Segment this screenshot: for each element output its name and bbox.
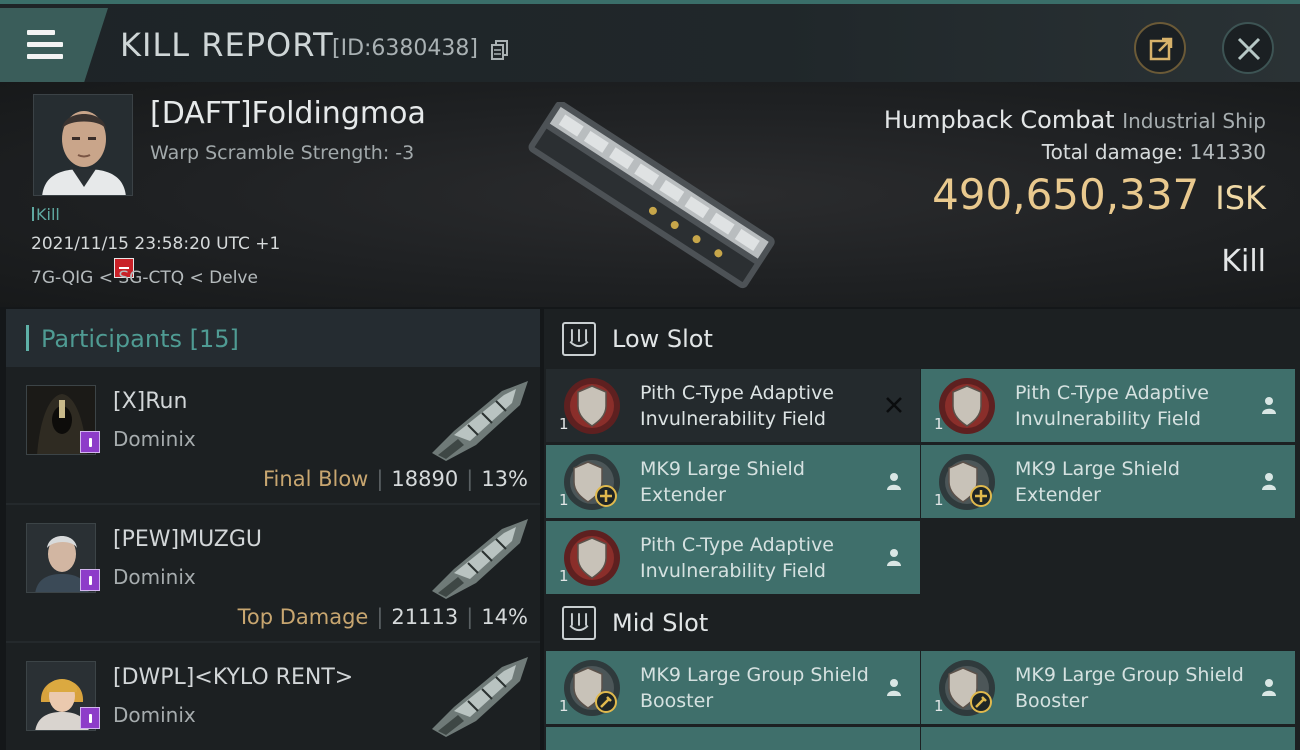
item-name: MK9 Large Group Shield Booster [1015,664,1244,712]
participant-row[interactable]: [PEW]MUZGU Dominix Top Damage | 21113 | 14% [6,505,540,643]
isk-unit: ISK [1215,179,1266,217]
participant-damage: 18890 [391,467,459,491]
shield-extender-icon [564,454,620,510]
low-slot-icon [562,322,596,356]
share-button[interactable] [1134,22,1186,74]
fitted-item[interactable]: 1 MK9 Large Group Shield Booster [546,651,920,724]
person-icon [887,679,901,696]
item-name: Pith C-Type Adaptive Invulnerability Fie… [640,382,834,430]
character-badge-icon [80,569,100,591]
item-name: MK9 Large Shield Extender [640,458,805,506]
participant-name[interactable]: [X]Run [113,389,187,414]
fitted-item[interactable]: 1 Pith C-Type Adaptive Invulnerability F… [546,521,920,594]
total-damage: Total damage: 141330 [1042,140,1266,164]
isk-amount: 490,650,337 [932,170,1200,219]
person-icon [887,549,901,566]
invulnerability-field-icon [564,530,620,586]
share-icon [1149,37,1173,61]
hamburger-menu-icon [27,30,63,60]
participant-percent: 13% [481,467,528,491]
total-damage-label: Total damage: [1041,140,1184,164]
fitted-item[interactable]: 1 MK9 Large Shield Extender [921,445,1295,518]
shield-booster-icon [564,660,620,716]
participants-title: Participants [15] [41,325,239,353]
item-quantity: 1 [559,567,569,585]
ship-name-text: Humpback Combat [883,106,1115,134]
character-badge-icon [80,707,100,729]
participants-panel: Participants [15] [X]Run Dominix Final B… [6,309,540,750]
person-icon [1262,473,1276,490]
total-damage-value: 141330 [1189,140,1266,164]
participant-ship-image [432,381,528,461]
fitting-panel: Low Slot 1 Pith C-Type Adaptive Invulner… [544,309,1300,750]
participant-damage: 21113 [391,605,459,629]
low-slot-title: Low Slot [612,325,713,353]
page-title: KILL REPORT [120,26,334,64]
item-quantity: 1 [559,491,569,509]
close-icon [1237,37,1261,61]
copy-icon[interactable] [491,40,509,60]
fitted-item-partial[interactable] [921,727,1295,750]
x-icon [886,397,902,413]
character-badge-icon [80,431,100,453]
participant-ship: Dominix [113,703,196,727]
victim-ship-image[interactable] [510,102,790,292]
participant-stats: Final Blow | 18890 | 13% [263,467,528,491]
person-icon [887,473,901,490]
person-icon [1262,679,1276,696]
participant-percent: 14% [481,605,528,629]
kill-tag: Kill [32,205,60,224]
item-quantity: 1 [934,697,944,715]
report-id: [ID:6380438] [332,36,478,61]
participant-ship: Dominix [113,427,196,451]
isk-value: 490,650,337 ISK [932,170,1266,219]
participants-header: Participants [15] [6,309,540,367]
warp-scramble-strength: Warp Scramble Strength: -3 [150,142,415,164]
participant-row[interactable]: [X]Run Dominix Final Blow | 18890 | 13% [6,367,540,505]
victim-portrait[interactable] [33,94,133,196]
item-name: Pith C-Type Adaptive Invulnerability Fie… [1015,382,1209,430]
fitted-item[interactable]: 1 Pith C-Type Adaptive Invulnerability F… [921,369,1295,442]
participant-ship-image [432,657,528,737]
mid-slot-header: Mid Slot [544,593,1300,653]
kill-timestamp: 2021/11/15 23:58:20 UTC +1 [31,234,281,254]
victim-ship-name[interactable]: Humpback Combat Industrial Ship [884,106,1266,134]
item-quantity: 1 [559,415,569,433]
participant-stats: Top Damage | 21113 | 14% [237,605,528,629]
mid-slot-title: Mid Slot [612,609,709,637]
top-damage-label: Top Damage [237,605,369,629]
invulnerability-field-icon [939,378,995,434]
item-name: MK9 Large Group Shield Booster [640,664,869,712]
fitted-item-partial[interactable] [546,727,920,750]
ship-class: Industrial Ship [1122,109,1266,133]
menu-button[interactable] [0,8,108,82]
invulnerability-field-icon [564,378,620,434]
shield-booster-icon [939,660,995,716]
item-quantity: 1 [934,491,944,509]
participant-ship-image [432,519,528,599]
kill-location[interactable]: 7G-QIG < SG-CTQ < Delve [31,268,258,288]
participant-row[interactable]: [DWPL]<KYLO RENT> Dominix [6,643,540,750]
fitted-item[interactable]: 1 MK9 Large Shield Extender [546,445,920,518]
final-blow-label: Final Blow [263,467,369,491]
mid-slot-icon [562,606,596,640]
participant-name[interactable]: [PEW]MUZGU [113,527,262,552]
item-quantity: 1 [934,415,944,433]
kill-summary: Kill 2021/11/15 23:58:20 UTC +1 7G-QIG <… [0,82,1300,307]
fitted-item[interactable]: 1 Pith C-Type Adaptive Invulnerability F… [546,369,920,442]
kill-result: Kill [1221,244,1266,279]
participant-name[interactable]: [DWPL]<KYLO RENT> [113,665,353,690]
low-slot-header: Low Slot [544,309,1300,369]
shield-extender-icon [939,454,995,510]
item-name: Pith C-Type Adaptive Invulnerability Fie… [640,534,834,582]
header-bar: KILL REPORT [ID:6380438] [0,0,1300,82]
item-name: MK9 Large Shield Extender [1015,458,1180,506]
person-icon [1262,397,1276,414]
participant-ship: Dominix [113,565,196,589]
close-button[interactable] [1222,22,1274,74]
fitted-item[interactable]: 1 MK9 Large Group Shield Booster [921,651,1295,724]
item-quantity: 1 [559,697,569,715]
victim-name[interactable]: [DAFT]Foldingmoa [150,96,426,131]
